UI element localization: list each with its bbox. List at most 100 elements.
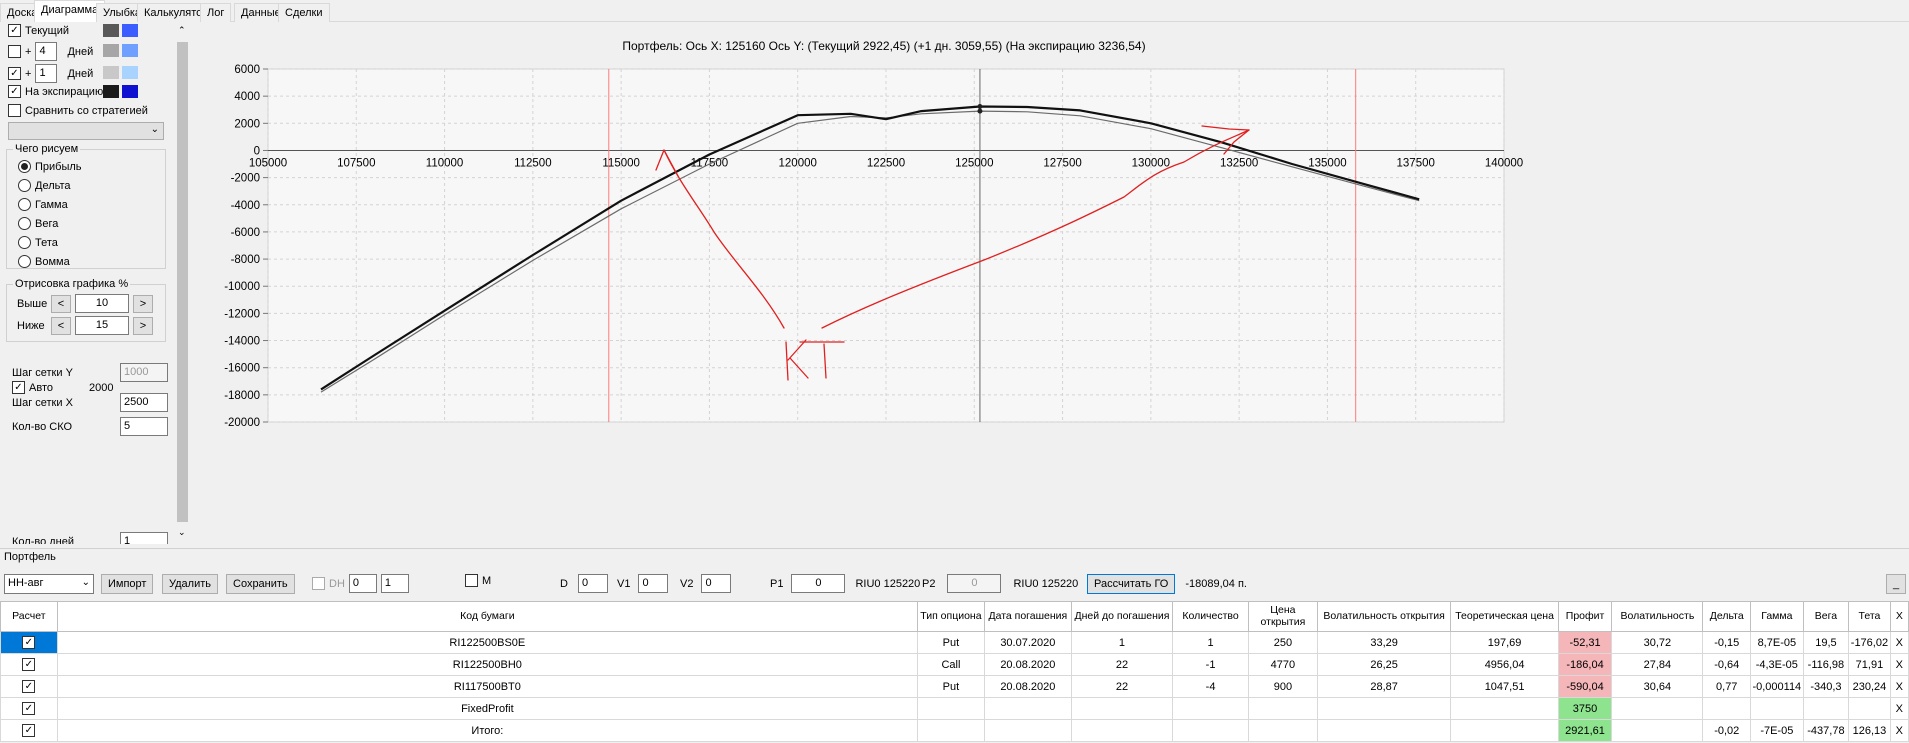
days4-checkbox[interactable] (8, 45, 21, 58)
v1-input[interactable]: 0 (638, 574, 669, 593)
expiry-color-swatch-2[interactable] (122, 85, 138, 98)
current-color-swatch-2[interactable] (122, 24, 138, 37)
above-input[interactable]: 10 (75, 294, 129, 313)
tab-deals[interactable]: Сделки (278, 3, 330, 22)
days4-color-swatch-2[interactable] (122, 44, 138, 57)
calc-checkbox-cell[interactable]: ✓ (0, 697, 58, 720)
grid-y-input[interactable]: 1000 (120, 363, 168, 382)
table-row[interactable]: ✓ RI122500BH0 Call 20.08.2020 22 -1 4770 26,25 4… (0, 653, 1909, 676)
col-type[interactable]: Тип опциона (917, 601, 985, 632)
radio-profit[interactable]: Прибыль (18, 160, 82, 173)
calc-checkbox[interactable]: ✓ (22, 636, 36, 650)
calc-checkbox-cell[interactable]: ✓ (0, 653, 58, 676)
p2-input[interactable]: 0 (947, 574, 1002, 593)
radio-theta-dot[interactable] (18, 236, 31, 249)
above-increase-button[interactable]: > (133, 294, 153, 313)
expiry-color-swatch[interactable] (103, 85, 119, 98)
grid-x-input[interactable]: 2500 (120, 393, 168, 412)
days1-color-swatch[interactable] (103, 66, 119, 79)
expiry-checkbox[interactable]: ✓ (8, 85, 21, 98)
tab-log[interactable]: Лог (200, 3, 232, 22)
current-checkbox[interactable]: ✓ (8, 24, 21, 37)
dh-checkbox[interactable] (312, 577, 325, 590)
table-row[interactable]: ✓ RI122500BS0E Put 30.07.2020 1 1 250 33,29 197,… (0, 631, 1909, 654)
current-color-swatch[interactable] (103, 24, 119, 37)
col-profit[interactable]: Профит (1557, 601, 1613, 632)
col-code[interactable]: Код бумаги (56, 601, 919, 632)
table-cell[interactable]: X (1889, 719, 1909, 742)
strategy-dropdown[interactable]: ⌄ (8, 122, 164, 140)
col-qty[interactable]: Количество (1172, 601, 1249, 632)
table-cell: 20.08.2020 (983, 675, 1072, 698)
radio-vomma[interactable]: Вомма (18, 255, 70, 268)
radio-delta-dot[interactable] (18, 179, 31, 192)
table-cell (1316, 719, 1452, 742)
m-checkbox[interactable] (465, 574, 478, 587)
scroll-down-icon[interactable]: ⌄ (178, 527, 186, 538)
calc-checkbox[interactable]: ✓ (22, 702, 36, 716)
col-calc[interactable]: Расчет (0, 601, 58, 632)
table-row[interactable]: ✓ RI117500BT0 Put 20.08.2020 22 -4 900 28,87 104… (0, 675, 1909, 698)
days1-input[interactable]: 1 (35, 64, 58, 83)
p1-input[interactable]: 0 (791, 574, 846, 593)
col-theta[interactable]: Тета (1848, 601, 1891, 632)
table-row[interactable]: ✓ Итого: 2921,61 -0,02 -7E-05 -437,78 126,13 X (0, 719, 1909, 742)
col-gamma[interactable]: Гамма (1750, 601, 1804, 632)
radio-theta[interactable]: Тета (18, 236, 58, 249)
delete-button[interactable]: Удалить (162, 574, 218, 594)
col-open-price[interactable]: Цена открытия (1248, 601, 1318, 632)
dh-input-2[interactable]: 1 (380, 574, 409, 593)
col-vega[interactable]: Вега (1802, 601, 1850, 632)
below-increase-button[interactable]: > (133, 316, 153, 335)
import-button[interactable]: Импорт (101, 574, 154, 594)
dh-input-1[interactable]: 0 (348, 574, 377, 593)
col-open-vol[interactable]: Волатильность открытия (1316, 601, 1452, 632)
days4-color-swatch[interactable] (103, 44, 119, 57)
minimize-button[interactable]: _ (1886, 574, 1906, 594)
col-date[interactable]: Дата погашения (983, 601, 1072, 632)
v2-input[interactable]: 0 (701, 574, 732, 593)
col-delta[interactable]: Дельта (1702, 601, 1752, 632)
left-panel-scrollbar[interactable]: ⌃ ⌄ (175, 22, 190, 544)
table-row[interactable]: ✓ FixedProfit 3750 X (0, 697, 1909, 720)
col-theo[interactable]: Теоретическая цена (1450, 601, 1559, 632)
scroll-up-icon[interactable]: ⌃ (178, 25, 186, 36)
scrollbar-thumb[interactable] (177, 42, 188, 522)
days-count-input[interactable]: 1 (120, 532, 168, 544)
radio-gamma-dot[interactable] (18, 198, 31, 211)
radio-vomma-dot[interactable] (18, 255, 31, 268)
calc-checkbox-cell[interactable]: ✓ (0, 719, 58, 742)
days1-color-swatch-2[interactable] (122, 66, 138, 79)
save-button[interactable]: Сохранить (226, 574, 295, 594)
sko-input[interactable]: 5 (120, 417, 168, 436)
radio-profit-dot[interactable] (18, 160, 31, 173)
radio-delta[interactable]: Дельта (18, 179, 71, 192)
radio-vega[interactable]: Вега (18, 217, 58, 230)
table-cell[interactable]: X (1889, 653, 1909, 676)
calc-checkbox[interactable]: ✓ (22, 724, 36, 738)
below-input[interactable]: 15 (75, 316, 129, 335)
table-cell[interactable]: X (1889, 631, 1909, 654)
calc-checkbox[interactable]: ✓ (22, 658, 36, 672)
d-input[interactable]: 0 (577, 574, 608, 593)
calc-checkbox-cell[interactable]: ✓ (0, 631, 58, 654)
payoff-chart[interactable]: Портфель: Ось X: 125160 Ось Y: (Текущий … (194, 22, 1909, 544)
calc-go-button[interactable]: Рассчитать ГО (1087, 574, 1176, 594)
table-cell[interactable]: X (1889, 675, 1909, 698)
days4-input[interactable]: 4 (35, 42, 58, 61)
table-cell[interactable]: X (1889, 697, 1909, 720)
compare-checkbox[interactable] (8, 104, 21, 117)
calc-checkbox[interactable]: ✓ (22, 680, 36, 694)
below-decrease-button[interactable]: < (51, 316, 71, 335)
col-vol[interactable]: Волатильность (1611, 601, 1704, 632)
radio-vega-dot[interactable] (18, 217, 31, 230)
days1-checkbox[interactable]: ✓ (8, 67, 21, 80)
portfolio-select[interactable]: НН-авг ⌄ (4, 574, 94, 594)
col-x[interactable]: X (1889, 601, 1909, 632)
tab-diagram[interactable]: Диаграмма (34, 0, 106, 22)
auto-checkbox[interactable]: ✓ (12, 381, 25, 394)
col-days[interactable]: Дней до погашения (1070, 601, 1174, 632)
calc-checkbox-cell[interactable]: ✓ (0, 675, 58, 698)
radio-gamma[interactable]: Гамма (18, 198, 68, 211)
above-decrease-button[interactable]: < (51, 294, 71, 313)
